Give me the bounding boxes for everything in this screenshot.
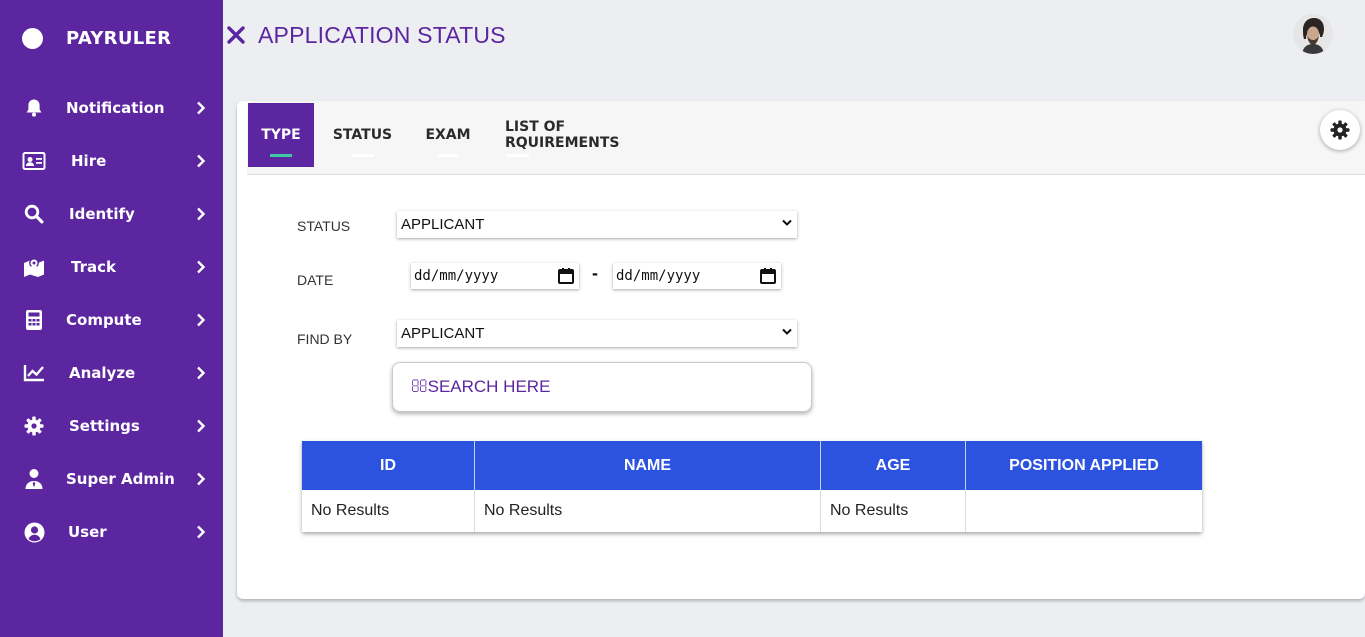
sidebar-item-user[interactable]: User <box>0 512 223 552</box>
calculator-icon <box>22 308 46 332</box>
chart-line-icon <box>22 361 46 385</box>
search-input[interactable]: SEARCH HERE <box>392 362 812 412</box>
calendar-icon[interactable] <box>557 267 575 285</box>
chevron-right-icon <box>197 260 206 274</box>
user-avatar-icon <box>1293 14 1333 54</box>
status-label: STATUS <box>297 218 351 234</box>
chevron-down-icon <box>782 328 792 335</box>
map-icon <box>22 255 46 279</box>
gear-icon <box>1330 120 1350 140</box>
sidebar-item-label: Super Admin <box>66 470 175 488</box>
chevron-right-icon <box>197 207 206 221</box>
sidebar-item-label: Compute <box>66 311 142 329</box>
close-icon[interactable] <box>226 25 246 45</box>
column-header-id[interactable]: ID <box>302 441 475 490</box>
brand-logo-icon <box>22 28 43 49</box>
find-by-select[interactable]: APPLICANT <box>397 320 797 347</box>
tab-indicator <box>270 154 292 157</box>
date-to-input[interactable]: dd/mm/yyyy <box>613 263 781 289</box>
table-row: No Results No Results No Results <box>302 490 1202 532</box>
chevron-right-icon <box>197 313 206 327</box>
column-header-position-applied[interactable]: POSITION APPLIED <box>966 441 1202 490</box>
table-cell-age: No Results <box>821 490 966 532</box>
search-icon <box>22 202 46 226</box>
column-header-age[interactable]: AGE <box>821 441 966 490</box>
sidebar-item-label: User <box>68 523 107 541</box>
calendar-icon[interactable] <box>759 267 777 285</box>
chevron-right-icon <box>197 101 206 115</box>
chevron-right-icon <box>197 366 206 380</box>
tab-type[interactable]: TYPE <box>248 103 314 167</box>
tab-indicator <box>437 154 459 157</box>
tab-status[interactable]: STATUS <box>327 103 398 167</box>
brand[interactable]: PAYRULER <box>22 28 171 49</box>
sidebar-item-track[interactable]: Track <box>0 247 223 287</box>
sidebar-item-identify[interactable]: Identify <box>0 194 223 234</box>
settings-button[interactable] <box>1320 110 1360 150</box>
date-separator: - <box>592 263 598 283</box>
results-table: ID NAME AGE POSITION APPLIED No Results … <box>302 441 1202 532</box>
sidebar-item-label: Notification <box>66 99 165 117</box>
sidebar-item-label: Hire <box>71 152 107 170</box>
sidebar-item-label: Analyze <box>69 364 136 382</box>
table-cell-name: No Results <box>475 490 821 532</box>
tab-indicator <box>351 154 374 157</box>
table-header-row: ID NAME AGE POSITION APPLIED <box>302 441 1202 490</box>
sidebar: PAYRULER Notification Hire Identify Trac… <box>0 0 223 637</box>
sidebar-item-settings[interactable]: Settings <box>0 406 223 446</box>
chevron-right-icon <box>197 472 206 486</box>
sidebar-item-label: Settings <box>69 417 140 435</box>
date-from-input[interactable]: dd/mm/yyyy <box>411 263 579 289</box>
avatar[interactable] <box>1293 14 1333 54</box>
chevron-right-icon <box>197 419 206 433</box>
sidebar-item-notification[interactable]: Notification <box>0 88 223 128</box>
user-circle-icon <box>22 520 46 544</box>
chevron-down-icon <box>782 219 792 226</box>
chevron-right-icon <box>197 525 206 539</box>
column-header-name[interactable]: NAME <box>475 441 821 490</box>
tab-bar: TYPE STATUS EXAM LIST OF RQUIREMENTS <box>247 101 1365 175</box>
table-cell-position <box>966 490 1202 532</box>
brand-name: PAYRULER <box>66 28 172 49</box>
main-card: TYPE STATUS EXAM LIST OF RQUIREMENTS STA… <box>237 101 1365 599</box>
sidebar-item-label: Track <box>71 258 116 276</box>
bell-icon <box>22 96 46 120</box>
tab-exam[interactable]: EXAM <box>413 103 483 167</box>
status-select[interactable]: APPLICANT <box>397 211 797 238</box>
sidebar-item-hire[interactable]: Hire <box>0 141 223 181</box>
chevron-right-icon <box>197 154 206 168</box>
tab-indicator <box>507 154 529 157</box>
page-title: APPLICATION STATUS <box>258 22 506 48</box>
id-card-icon <box>22 149 46 173</box>
gear-icon <box>22 414 46 438</box>
sidebar-item-label: Identify <box>69 205 135 223</box>
sidebar-item-super-admin[interactable]: Super Admin <box>0 459 223 499</box>
find-by-label: FIND BY <box>297 331 353 347</box>
table-cell-id: No Results <box>302 490 475 532</box>
user-tie-icon <box>22 467 46 491</box>
tab-list-of-requirements[interactable]: LIST OF RQUIREMENTS <box>505 103 677 167</box>
date-label: DATE <box>297 272 334 288</box>
sidebar-item-compute[interactable]: Compute <box>0 300 223 340</box>
sidebar-item-analyze[interactable]: Analyze <box>0 353 223 393</box>
